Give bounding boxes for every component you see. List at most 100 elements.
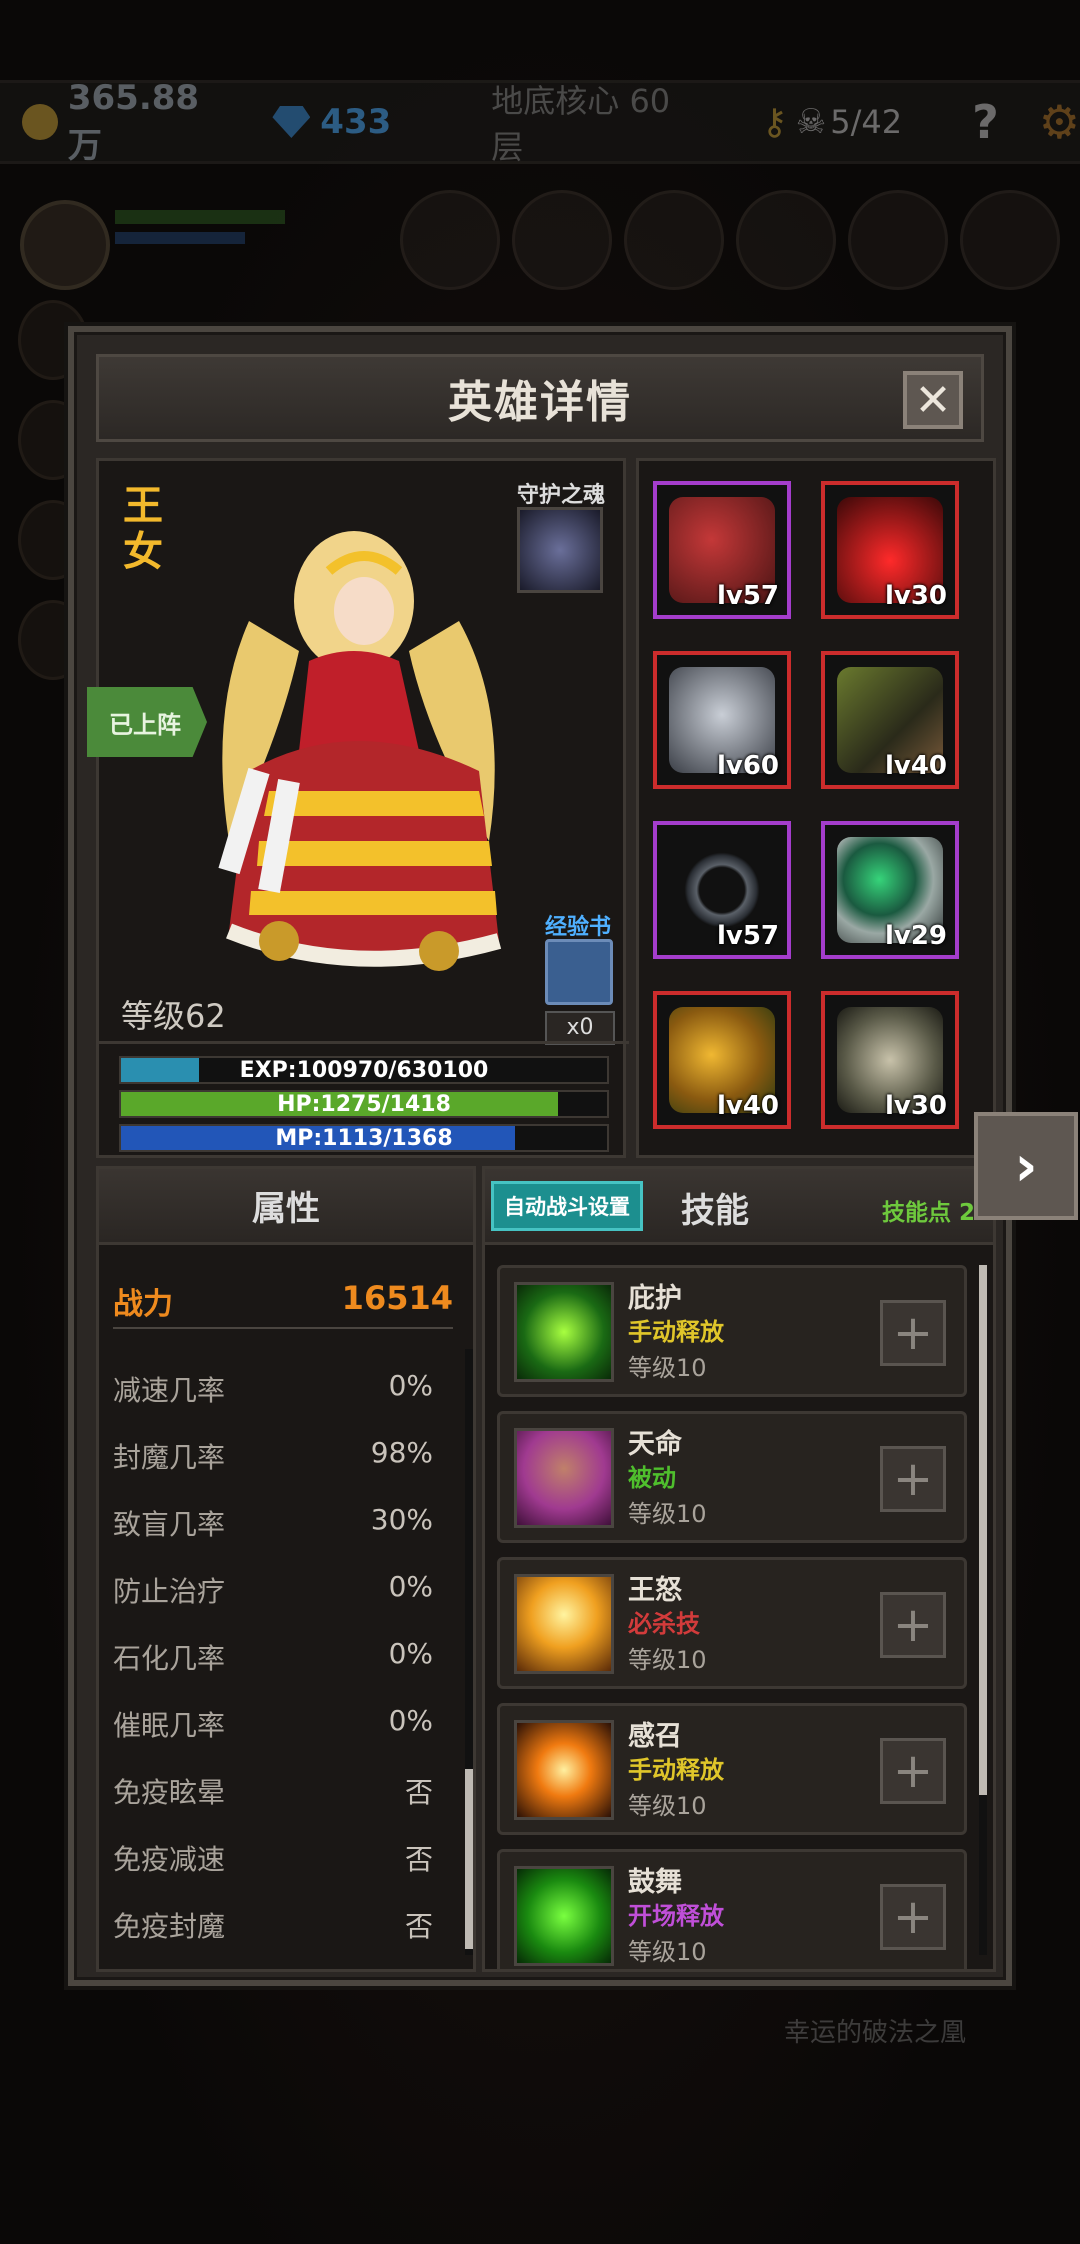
attribute-label: 免疫封魔 <box>113 1910 226 1943</box>
hp-text: HP:1275/1418 <box>277 1092 451 1117</box>
skill-card[interactable]: 感召 手动释放 等级10 + <box>497 1703 967 1835</box>
attribute-row: 免疫减速 否 <box>113 1838 433 1878</box>
plus-icon[interactable]: + <box>880 1300 946 1366</box>
attribute-label: 催眠几率 <box>113 1709 226 1742</box>
attribute-value: 98% <box>370 1436 433 1469</box>
royal-wrath-skill-icon <box>514 1574 614 1674</box>
plus-icon[interactable]: + <box>880 1884 946 1950</box>
attribute-value: 0% <box>388 1369 433 1402</box>
power-row: 战力 16514 <box>113 1279 453 1329</box>
attribute-row: 致盲几率 30% <box>113 1503 433 1543</box>
equipment-level: lv40 <box>884 751 947 781</box>
skills-header: 自动战斗设置 技能 技能点 2 <box>485 1169 993 1245</box>
skill-card[interactable]: 天命 被动 等级10 + <box>497 1411 967 1543</box>
attribute-label: 石化几率 <box>113 1642 226 1675</box>
stat-bars: EXP:100970/630100 HP:1275/1418 MP:1113/1… <box>99 1041 629 1159</box>
skill-type: 开场释放 <box>628 1902 724 1930</box>
exp-bar: EXP:100970/630100 <box>119 1056 609 1084</box>
plus-icon[interactable]: + <box>880 1738 946 1804</box>
skill-card[interactable]: 庇护 手动释放 等级10 + <box>497 1265 967 1397</box>
scrollbar-thumb[interactable] <box>465 1769 473 1949</box>
mp-bar: MP:1113/1368 <box>119 1124 609 1152</box>
close-button[interactable]: ✕ <box>903 371 963 429</box>
attribute-label: 致盲几率 <box>113 1508 226 1541</box>
skills-tab[interactable]: 技能 <box>681 1183 749 1232</box>
equipment-level: lv60 <box>716 751 779 781</box>
equipment-slot-ring[interactable]: lv57 <box>653 821 791 959</box>
equipment-slot-seed[interactable]: lv40 <box>653 991 791 1129</box>
equipment-slot-boots[interactable]: lv40 <box>821 651 959 789</box>
attribute-value: 0% <box>388 1637 433 1670</box>
hero-level: 等级62 <box>121 997 226 1035</box>
hero-avatar <box>20 200 110 290</box>
gem-amount: 433 <box>320 102 392 142</box>
attribute-value: 0% <box>388 1570 433 1603</box>
guardian-label: 守护之魂 <box>517 483 606 508</box>
attributes-scrollbar[interactable] <box>465 1349 473 1955</box>
item-slot-icon <box>736 190 836 290</box>
scrollbar-thumb[interactable] <box>979 1265 987 1795</box>
attribute-row: 石化几率 0% <box>113 1637 433 1677</box>
item-slot-icon <box>848 190 948 290</box>
diamond-icon <box>272 106 311 138</box>
shelter-skill-icon <box>514 1282 614 1382</box>
equipment-slot-emerald-ring[interactable]: lv29 <box>821 821 959 959</box>
exp-text: EXP:100970/630100 <box>239 1058 489 1083</box>
skill-name: 感召 <box>628 1721 682 1752</box>
skull-icon: ☠ <box>795 102 827 142</box>
help-button[interactable]: ? <box>972 95 999 149</box>
attribute-row: 封魔几率 98% <box>113 1436 433 1476</box>
equipment-level: lv40 <box>716 1091 779 1121</box>
attribute-row: 免疫眩晕 否 <box>113 1771 433 1811</box>
book-icon[interactable] <box>545 939 613 1005</box>
hero-panel: 王女 守护之魂 已上阵 经验书 x0 等级62 EXP:100970/63010… <box>87 458 629 1159</box>
attributes-tab[interactable]: 属性 <box>99 1169 473 1245</box>
guardian-soul-icon[interactable] <box>517 507 603 593</box>
plus-icon[interactable]: + <box>880 1592 946 1658</box>
top-bar: 365.88万 433 地底核心 60层 ⚷ ☠ 5/42 ? ⚙ <box>0 77 1080 166</box>
key-icon: ⚷ <box>761 101 788 143</box>
skill-type: 必杀技 <box>628 1610 700 1638</box>
power-label: 战力 <box>113 1287 173 1322</box>
skill-card[interactable]: 王怒 必杀技 等级10 + <box>497 1557 967 1689</box>
exp-book-count: x0 <box>545 1011 615 1045</box>
equipment-slot-amulet[interactable]: lv30 <box>821 481 959 619</box>
skills-scrollbar[interactable] <box>979 1265 987 1955</box>
item-slot-icon <box>624 190 724 290</box>
next-hero-button[interactable]: › <box>974 1112 1078 1220</box>
skill-level: 等级10 <box>628 1792 707 1820</box>
skill-name: 天命 <box>628 1429 682 1460</box>
gear-icon[interactable]: ⚙ <box>1039 95 1080 149</box>
equipment-slot-horn[interactable]: lv30 <box>821 991 959 1129</box>
equipment-slot-armor[interactable]: lv60 <box>653 651 791 789</box>
attribute-row: 催眠几率 0% <box>113 1704 433 1744</box>
attribute-value: 否 <box>404 1843 433 1876</box>
attribute-row: 减速几率 0% <box>113 1369 433 1409</box>
skill-level: 等级10 <box>628 1646 707 1674</box>
auto-battle-settings-button[interactable]: 自动战斗设置 <box>491 1181 643 1231</box>
skill-level: 等级10 <box>628 1354 707 1382</box>
gold-amount: 365.88万 <box>67 77 200 166</box>
equipment-slot-helmet[interactable]: lv57 <box>653 481 791 619</box>
attribute-value: 否 <box>404 1776 433 1809</box>
dialog-title: 英雄详情 <box>448 377 632 428</box>
item-slot-icon <box>960 190 1060 290</box>
plus-icon[interactable]: + <box>880 1446 946 1512</box>
equipment-level: lv30 <box>884 581 947 611</box>
item-slot-icon <box>512 190 612 290</box>
background-caption: 幸运的破法之凰 <box>784 2018 967 2048</box>
attribute-label: 封魔几率 <box>113 1441 226 1474</box>
gold-coin-icon <box>22 104 58 140</box>
skill-card[interactable]: 鼓舞 开场释放 等级10 + <box>497 1849 967 1969</box>
hero-detail-dialog: 英雄详情 ✕ 王女 守护之魂 已上阵 经验书 x0 等级62 EXP:10097… <box>68 326 1012 1986</box>
skill-name: 庇护 <box>628 1283 682 1314</box>
skills-panel: 自动战斗设置 技能 技能点 2 庇护 手动释放 等级10 + 天命 被动 等级1… <box>482 1166 996 1972</box>
fate-skill-icon <box>514 1428 614 1528</box>
skill-type: 被动 <box>628 1464 676 1492</box>
skill-type: 手动释放 <box>628 1318 724 1346</box>
attribute-label: 免疫减速 <box>113 1843 226 1876</box>
skull-count: 5/42 <box>830 103 903 141</box>
attribute-value: 否 <box>404 1910 433 1943</box>
skill-name: 鼓舞 <box>628 1867 682 1898</box>
background-party-row <box>0 190 1080 300</box>
